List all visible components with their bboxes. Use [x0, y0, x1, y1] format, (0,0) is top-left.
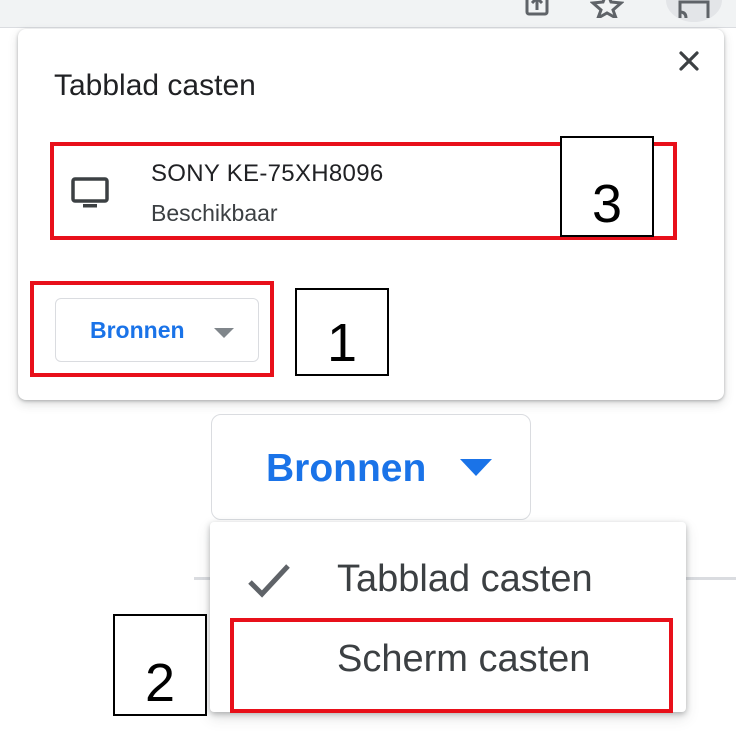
browser-toolbar [0, 0, 736, 28]
share-icon[interactable] [520, 0, 554, 18]
cast-icon [678, 0, 710, 19]
bookmark-star-icon[interactable] [590, 0, 624, 18]
annotation-label-2: 2 [113, 614, 207, 716]
close-icon [679, 51, 699, 71]
annotation-label-1: 1 [295, 288, 389, 376]
sources-button-zoomed-label: Bronnen [266, 447, 427, 490]
menu-item-label: Tabblad casten [337, 558, 593, 600]
cast-toolbar-button[interactable] [666, 0, 722, 22]
sources-button-zoomed[interactable]: Bronnen [211, 414, 531, 520]
checkmark-icon [248, 564, 290, 598]
close-button[interactable] [671, 43, 707, 79]
dialog-title: Tabblad casten [54, 69, 256, 102]
caret-down-icon [460, 459, 492, 476]
menu-item-cast-tab[interactable]: Tabblad casten [210, 542, 686, 622]
highlight-cast-screen [230, 618, 673, 713]
annotation-label-3: 3 [560, 136, 654, 237]
highlight-sources-button [30, 281, 274, 377]
